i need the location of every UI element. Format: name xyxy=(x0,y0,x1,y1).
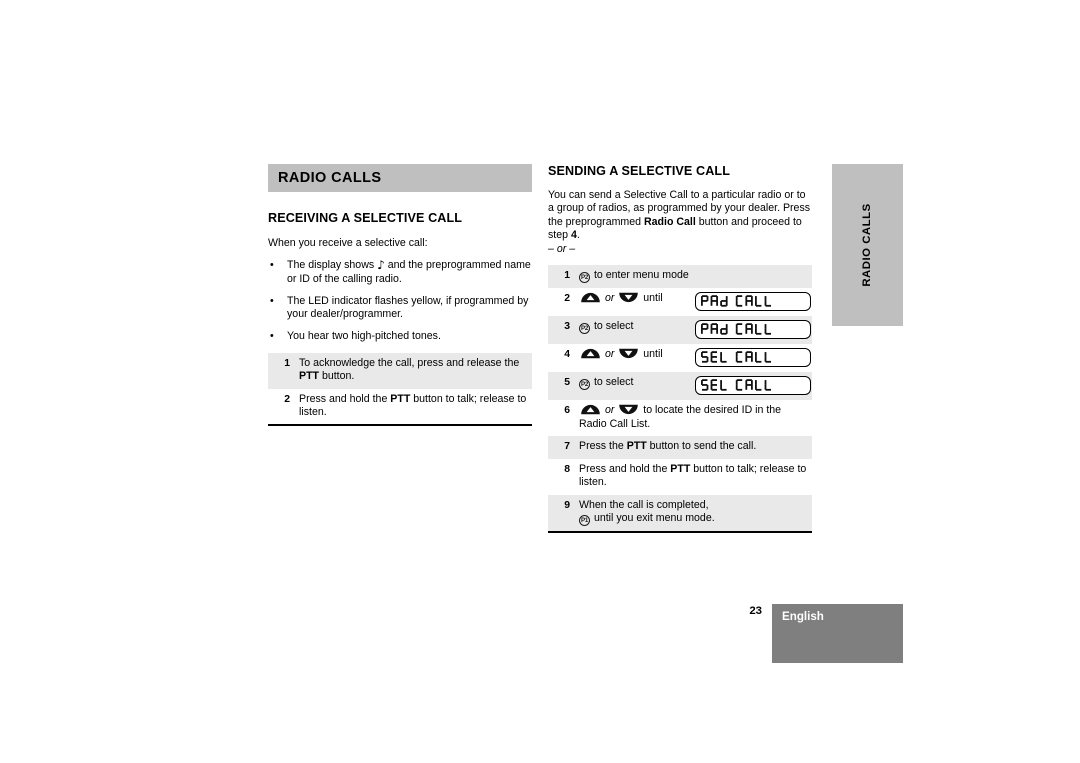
page-number: 23 xyxy=(749,605,762,617)
italic-text: or xyxy=(604,292,615,305)
step-text: When the call is completed, P1 until you … xyxy=(579,498,715,526)
lcd-slot xyxy=(695,348,811,368)
step-number: 2 xyxy=(284,393,290,405)
bullet-text: The display shows ♪ and the preprogramme… xyxy=(287,258,531,285)
step-row: 3 P2 to select xyxy=(548,316,812,345)
language-label: English xyxy=(782,610,824,623)
side-tab-label: RADIO CALLS xyxy=(861,203,873,287)
emphasis-text: PTT xyxy=(626,440,647,453)
emphasis-text: PTT xyxy=(670,462,691,475)
step-row: 7 Press the PTT button to send the call. xyxy=(548,436,812,459)
step-number: 3 xyxy=(564,321,570,333)
p2-button-icon: P2 xyxy=(579,323,590,335)
italic-text: or xyxy=(604,348,615,361)
bullet-item: • The display shows ♪ and the preprogramm… xyxy=(268,259,532,286)
down-arrow-button-icon xyxy=(618,404,639,415)
bullet-marker: • xyxy=(270,259,274,272)
step-row: 4 or until xyxy=(548,344,812,373)
step-number: 4 xyxy=(564,349,570,361)
emphasis-text: PTT xyxy=(390,392,411,405)
step-number: 9 xyxy=(564,499,570,511)
emphasis-text: PTT xyxy=(299,370,320,383)
p2-button-icon: P2 xyxy=(579,379,590,391)
or-separator: – or – xyxy=(548,243,576,256)
step-row: 5 P2 to select xyxy=(548,372,812,401)
step-text: To acknowledge the call, press and relea… xyxy=(299,356,520,383)
right-step-list: 1 P2 to enter menu mode 2 or until 3 P2 to s… xyxy=(548,265,812,533)
section-title-receiving: RECEIVING A SELECTIVE CALL xyxy=(268,211,463,225)
up-arrow-button-icon xyxy=(580,404,601,415)
step-number: 1 xyxy=(284,357,290,369)
step-number: 7 xyxy=(564,441,570,453)
section-title-sending: SENDING A SELECTIVE CALL xyxy=(548,164,730,178)
lcd-slot xyxy=(695,320,811,340)
language-footer-box: English xyxy=(772,604,903,663)
right-column: SENDING A SELECTIVE CALL You can send a … xyxy=(548,164,812,533)
step-text: or to locate the desired ID in the Radio… xyxy=(579,404,782,430)
bullet-item: • You hear two high-pitched tones. xyxy=(268,330,532,343)
left-column: RADIO CALLS RECEIVING A SELECTIVE CALL W… xyxy=(268,164,532,427)
italic-text: or xyxy=(604,404,615,417)
side-tab-radio-calls: RADIO CALLS xyxy=(832,164,903,326)
bullet-text: You hear two high-pitched tones. xyxy=(287,330,441,343)
step-text: P2 to select xyxy=(570,376,695,391)
chapter-title-bar: RADIO CALLS xyxy=(268,164,532,192)
step-text: or until xyxy=(570,292,695,305)
down-arrow-button-icon xyxy=(618,348,639,359)
bullet-item: • The LED indicator flashes yellow, if pr… xyxy=(268,295,532,322)
p1-button-icon: P1 xyxy=(579,514,590,526)
left-step-list: 1 To acknowledge the call, press and rele… xyxy=(268,352,532,427)
up-arrow-button-icon xyxy=(580,348,601,359)
step-number: 6 xyxy=(564,405,570,417)
step-row: 2 or until xyxy=(548,288,812,317)
step-row: 2 Press and hold the PTT button to talk; … xyxy=(268,388,532,425)
radio-lcd-display xyxy=(695,376,811,396)
emphasis-text: Radio Call xyxy=(643,215,696,228)
step-text: Press the PTT button to send the call. xyxy=(579,440,757,453)
lcd-slot xyxy=(695,376,811,396)
step-row: 6 or to locate the desired ID in the Rad… xyxy=(548,400,812,437)
bullet-marker: • xyxy=(270,330,274,343)
bullet-text: The LED indicator flashes yellow, if pro… xyxy=(287,294,529,321)
p2-button-icon: P2 xyxy=(579,272,590,284)
step-text: Press and hold the PTT button to talk; r… xyxy=(579,462,807,489)
radio-lcd-display xyxy=(695,292,811,312)
chapter-title: RADIO CALLS xyxy=(278,170,382,186)
step-text: Press and hold the PTT button to talk; r… xyxy=(299,392,527,418)
step-number: 2 xyxy=(564,293,570,305)
step-row: 9 When the call is completed, P1 until you… xyxy=(548,494,812,531)
step-number: 8 xyxy=(564,463,570,475)
music-note-icon: ♪ xyxy=(377,258,385,273)
step-row: 8 Press and hold the PTT button to talk; … xyxy=(548,458,812,495)
up-arrow-button-icon xyxy=(580,292,601,303)
step-number: 5 xyxy=(564,377,570,389)
bullet-list: • The display shows ♪ and the preprogramm… xyxy=(268,259,532,343)
step-text: P2 to select xyxy=(570,320,695,335)
step-text: P2 to enter menu mode xyxy=(570,269,812,284)
step-text: or until xyxy=(570,348,695,361)
sending-paragraph: You can send a Selective Call to a parti… xyxy=(548,189,811,241)
lcd-slot xyxy=(695,292,811,312)
down-arrow-button-icon xyxy=(618,292,639,303)
step-row: 1 To acknowledge the call, press and rele… xyxy=(268,352,532,389)
step-row: 1 P2 to enter menu mode xyxy=(548,265,812,289)
bullet-marker: • xyxy=(270,294,274,307)
intro-text: When you receive a selective call: xyxy=(268,237,428,249)
radio-lcd-display xyxy=(695,320,811,340)
radio-lcd-display xyxy=(695,348,811,368)
emphasis-text: 4 xyxy=(570,228,577,241)
manual-page: RADIO CALLS RECEIVING A SELECTIVE CALL W… xyxy=(0,0,1080,763)
step-number: 1 xyxy=(564,270,570,282)
